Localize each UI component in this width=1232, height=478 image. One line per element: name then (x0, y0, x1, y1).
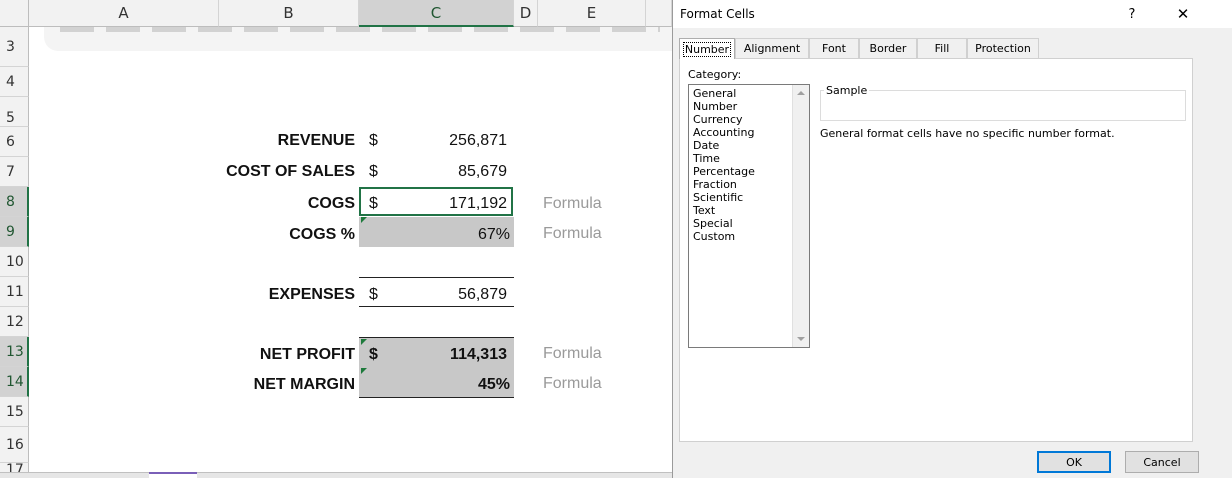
value-net-profit[interactable]: 114,313 (390, 346, 507, 364)
category-scrollbar[interactable] (792, 85, 809, 347)
note-cogs: Formula (543, 195, 602, 212)
currency-expenses: $ (369, 286, 378, 303)
format-cells-dialog[interactable]: Format Cells ? ✕ Number Alignment Font B… (672, 0, 1232, 478)
tab-fill[interactable]: Fill (917, 38, 967, 58)
row-header-13[interactable]: 13 (0, 337, 29, 367)
category-accounting[interactable]: Accounting (693, 126, 754, 139)
category-custom[interactable]: Custom (693, 230, 735, 243)
cancel-button[interactable]: Cancel (1125, 451, 1199, 473)
spreadsheet-grid[interactable]: A B C D E 3 4 5 6 7 8 9 10 11 12 13 14 1… (0, 0, 672, 478)
tab-number-label: Number (682, 41, 732, 57)
formula-indicator-c14 (361, 368, 367, 374)
label-revenue: REVENUE (277, 132, 355, 149)
banner-shape[interactable] (44, 27, 672, 51)
sample-group (820, 90, 1186, 121)
column-header-f[interactable] (646, 0, 672, 27)
category-percentage[interactable]: Percentage (693, 165, 755, 178)
close-button[interactable]: ✕ (1160, 0, 1206, 28)
value-revenue[interactable]: 256,871 (390, 132, 507, 150)
column-header-e[interactable]: E (538, 0, 646, 27)
format-description: General format cells have no specific nu… (820, 127, 1115, 140)
currency-net-profit: $ (369, 346, 378, 363)
note-cogs-percent: Formula (543, 225, 602, 242)
label-expenses: EXPENSES (268, 286, 355, 303)
tab-number[interactable]: Number (679, 38, 735, 59)
note-net-profit: Formula (543, 345, 602, 362)
border-below-expenses (359, 306, 514, 307)
value-cogs[interactable]: 171,192 (390, 195, 507, 213)
border-above-net-profit (359, 337, 514, 338)
category-date[interactable]: Date (693, 139, 719, 152)
sheet-tab-bar (0, 472, 672, 478)
row-header-9[interactable]: 9 (0, 217, 29, 247)
value-net-margin[interactable]: 45% (390, 376, 510, 394)
category-scientific[interactable]: Scientific (693, 191, 743, 204)
category-special[interactable]: Special (693, 217, 733, 230)
ok-button[interactable]: OK (1037, 451, 1111, 473)
label-cogs: COGS (307, 195, 355, 212)
row-header-11[interactable]: 11 (0, 277, 29, 307)
currency-cost-of-sales: $ (369, 163, 378, 180)
number-tab-panel: Category: General Number Currency Accoun… (679, 58, 1193, 442)
select-all-corner[interactable] (0, 0, 29, 27)
category-currency[interactable]: Currency (693, 113, 743, 126)
tab-border[interactable]: Border (859, 38, 917, 58)
category-list[interactable]: General Number Currency Accounting Date … (688, 84, 810, 348)
tab-font[interactable]: Font (809, 38, 859, 58)
category-number[interactable]: Number (693, 100, 737, 113)
row-header-12[interactable]: 12 (0, 307, 29, 337)
dialog-title-bar[interactable] (673, 0, 1232, 28)
category-text[interactable]: Text (693, 204, 715, 217)
row-header-8[interactable]: 8 (0, 187, 29, 217)
row-header-7[interactable]: 7 (0, 157, 29, 187)
label-net-profit: NET PROFIT (259, 346, 355, 363)
row-header-3[interactable]: 3 (0, 27, 29, 67)
border-above-expenses (359, 277, 514, 278)
currency-cogs: $ (369, 195, 378, 212)
formula-indicator-c9 (361, 217, 367, 223)
formula-indicator-c13 (361, 339, 367, 345)
tab-protection[interactable]: Protection (967, 38, 1039, 58)
category-time[interactable]: Time (693, 152, 720, 165)
scroll-down-icon[interactable] (797, 337, 805, 341)
value-cost-of-sales[interactable]: 85,679 (390, 163, 507, 181)
label-net-margin: NET MARGIN (253, 376, 355, 393)
value-expenses[interactable]: 56,879 (390, 286, 507, 304)
sample-label: Sample (824, 84, 870, 97)
row-header-14[interactable]: 14 (0, 367, 29, 397)
column-header-b[interactable]: B (219, 0, 359, 27)
dialog-title: Format Cells (680, 7, 755, 21)
help-icon: ? (1128, 6, 1136, 22)
category-fraction[interactable]: Fraction (693, 178, 737, 191)
value-cogs-percent[interactable]: 67% (390, 226, 510, 244)
label-cogs-percent: COGS % (289, 226, 355, 243)
category-general[interactable]: General (693, 87, 736, 100)
column-header-c[interactable]: C (359, 0, 514, 27)
close-icon: ✕ (1176, 5, 1190, 23)
column-header-a[interactable]: A (29, 0, 219, 27)
note-net-margin: Formula (543, 375, 602, 392)
border-below-net-margin (359, 397, 514, 398)
row-header-15[interactable]: 15 (0, 397, 29, 427)
label-cost-of-sales: COST OF SALES (226, 163, 355, 180)
column-header-d[interactable]: D (514, 0, 538, 27)
category-label: Category: (688, 68, 742, 81)
banner-shape-text-edge (60, 27, 660, 32)
help-button[interactable]: ? (1117, 0, 1147, 28)
currency-revenue: $ (369, 132, 378, 149)
scroll-up-icon[interactable] (797, 91, 805, 95)
sheet-tab[interactable] (149, 472, 197, 478)
row-header-16[interactable]: 16 (0, 427, 29, 463)
row-header-5[interactable]: 5 (0, 97, 29, 127)
tab-alignment[interactable]: Alignment (735, 38, 809, 58)
row-header-4[interactable]: 4 (0, 67, 29, 97)
row-header-6[interactable]: 6 (0, 127, 29, 157)
row-header-10[interactable]: 10 (0, 247, 29, 277)
